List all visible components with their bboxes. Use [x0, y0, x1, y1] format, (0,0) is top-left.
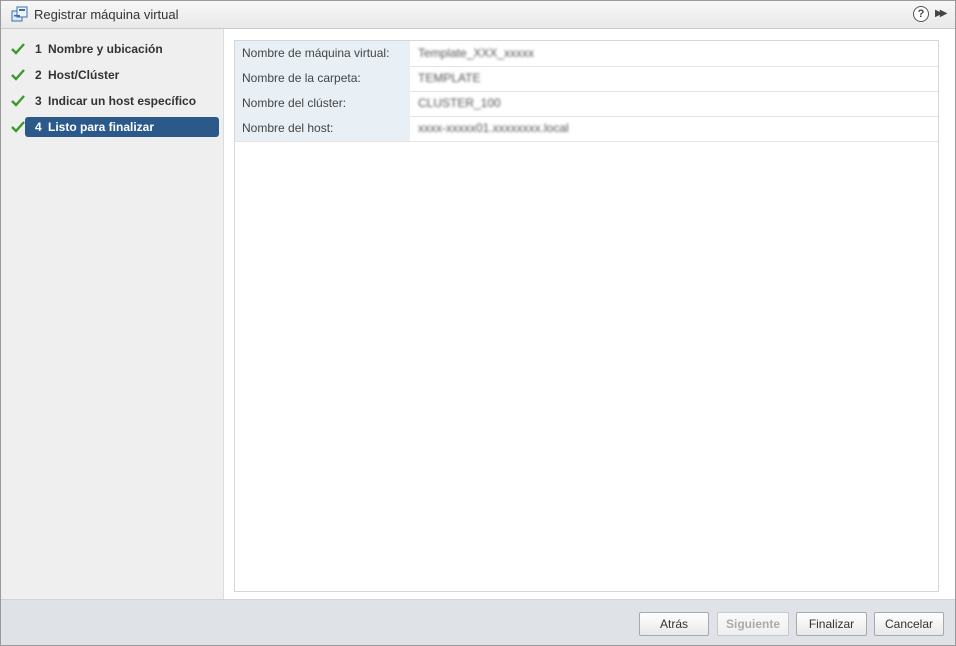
back-button[interactable]: Atrás — [639, 612, 709, 636]
help-icon[interactable]: ? — [913, 6, 929, 22]
step-label: Listo para finalizar — [48, 120, 155, 134]
vm-register-icon — [11, 6, 28, 22]
expand-icon[interactable]: ▶▶ — [935, 6, 951, 22]
step-number: 1 — [35, 42, 42, 56]
step-2[interactable]: 2 Host/Clúster — [11, 65, 219, 85]
step-label: Indicar un host específico — [48, 94, 197, 108]
checkmark-icon — [11, 121, 25, 133]
wizard-steps: 1 Nombre y ubicación 2 Host/Clúster 3 In… — [1, 29, 224, 599]
step-4[interactable]: 4 Listo para finalizar — [11, 117, 219, 137]
checkmark-icon — [11, 43, 25, 55]
step-label: Nombre y ubicación — [48, 42, 163, 56]
step-3[interactable]: 3 Indicar un host específico — [11, 91, 219, 111]
summary-table: Nombre de máquina virtual: Template_XXX_… — [234, 40, 939, 592]
step-1[interactable]: 1 Nombre y ubicación — [11, 39, 219, 59]
table-row: Nombre del host: xxxx-xxxxx01.xxxxxxxx.l… — [235, 116, 938, 142]
table-row: Nombre de la carpeta: TEMPLATE — [235, 66, 938, 92]
row-label: Nombre del host: — [235, 116, 410, 141]
step-number: 2 — [35, 68, 42, 82]
next-button[interactable]: Siguiente — [717, 612, 789, 636]
checkmark-icon — [11, 69, 25, 81]
step-number: 4 — [35, 120, 42, 134]
finish-button[interactable]: Finalizar — [796, 612, 867, 636]
content-pane: Nombre de máquina virtual: Template_XXX_… — [224, 29, 955, 599]
cancel-button[interactable]: Cancelar — [874, 612, 944, 636]
checkmark-icon — [11, 95, 25, 107]
dialog-title: Registrar máquina virtual — [34, 7, 179, 22]
step-label: Host/Clúster — [48, 68, 120, 82]
row-value: Template_XXX_xxxxx — [418, 46, 535, 60]
row-label: Nombre del clúster: — [235, 91, 410, 116]
row-value: CLUSTER_100 — [418, 96, 501, 110]
step-number: 3 — [35, 94, 42, 108]
register-vm-dialog: Registrar máquina virtual ? ▶▶ 1 Nombre … — [0, 0, 956, 646]
row-value: xxxx-xxxxx01.xxxxxxxx.local — [418, 121, 569, 135]
row-label: Nombre de la carpeta: — [235, 66, 410, 91]
table-row: Nombre del clúster: CLUSTER_100 — [235, 91, 938, 117]
button-bar: Atrás Siguiente Finalizar Cancelar — [1, 599, 955, 645]
title-bar: Registrar máquina virtual ? ▶▶ — [1, 1, 955, 29]
row-value: TEMPLATE — [418, 71, 481, 85]
row-label: Nombre de máquina virtual: — [235, 41, 410, 66]
table-row: Nombre de máquina virtual: Template_XXX_… — [235, 41, 938, 67]
